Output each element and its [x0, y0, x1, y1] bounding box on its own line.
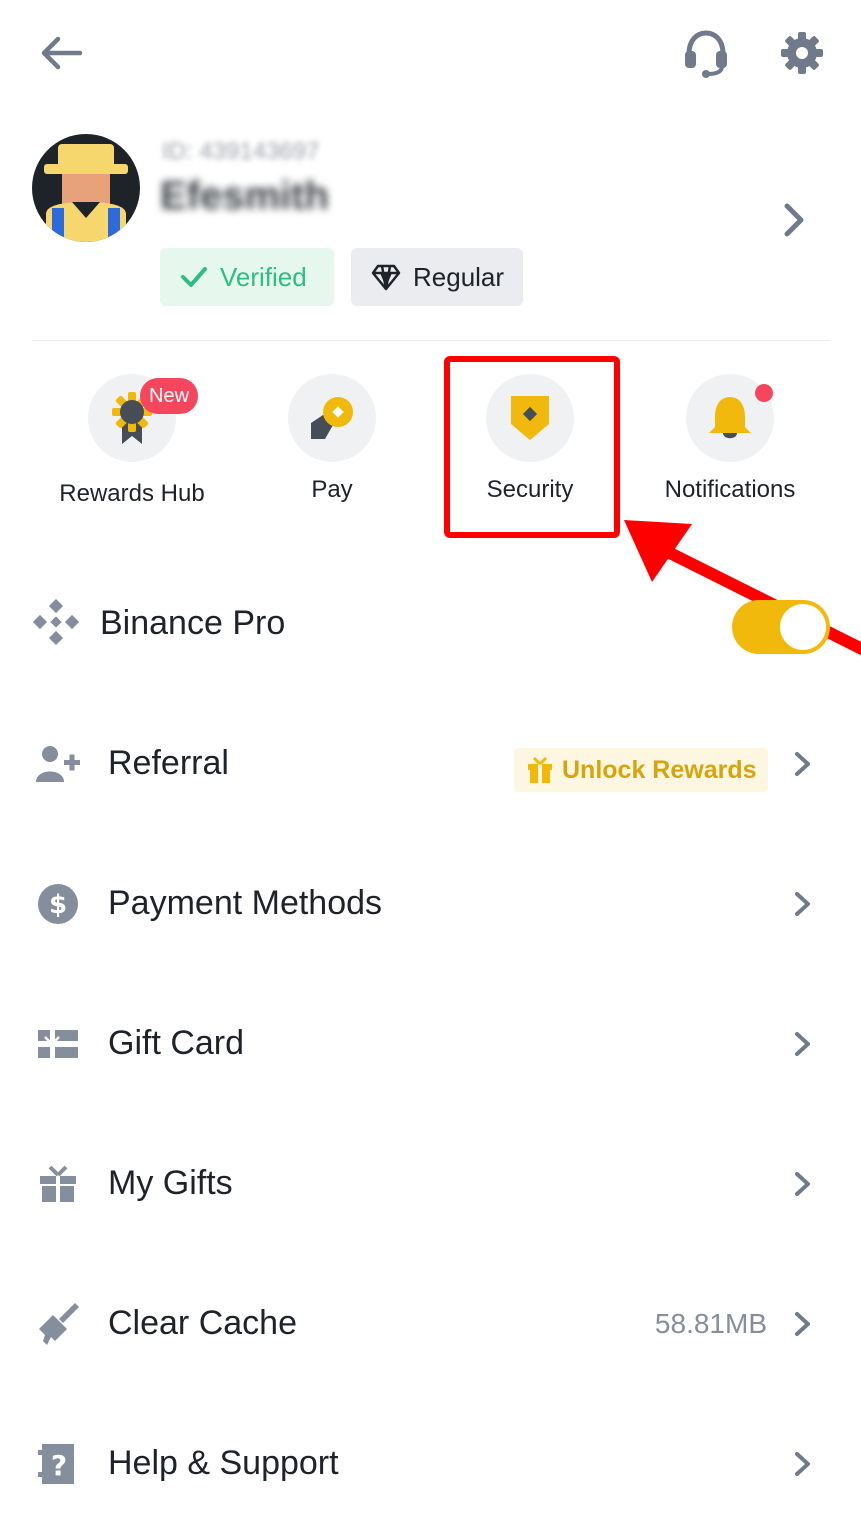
- help-icon: ?: [34, 1440, 82, 1488]
- row-label: Payment Methods: [108, 884, 383, 922]
- row-label: Referral: [108, 744, 229, 782]
- checkmark-icon: [181, 267, 207, 287]
- diamond-icon: [371, 264, 401, 291]
- menu-row-help-support[interactable]: ? Help & Support: [0, 1410, 861, 1510]
- gear-icon: [781, 32, 823, 74]
- menu-row-referral[interactable]: Referral Unlock Rewards: [0, 710, 861, 810]
- chevron-right-icon: [795, 1312, 810, 1336]
- menu-row-payment-methods[interactable]: $ Payment Methods: [0, 850, 861, 950]
- svg-text:$: $: [49, 890, 67, 920]
- new-badge: New: [140, 378, 199, 414]
- shortcut-label: Pay: [311, 476, 353, 503]
- back-button[interactable]: [30, 25, 90, 81]
- chevron-right-icon: [795, 1032, 810, 1056]
- gift-card-icon: [34, 1020, 82, 1068]
- shortcut-rewards-hub[interactable]: New Rewards Hub: [32, 372, 232, 522]
- gift-icon: [528, 756, 552, 783]
- chevron-right-icon: [795, 892, 810, 916]
- menu-row-my-gifts[interactable]: My Gifts: [0, 1130, 861, 1230]
- menu-row-clear-cache[interactable]: Clear Cache 58.81MB: [0, 1270, 861, 1370]
- annotation-highlight-box: [444, 356, 620, 538]
- chevron-right-icon: [795, 1452, 810, 1476]
- divider: [32, 340, 830, 341]
- bell-icon: [709, 397, 751, 439]
- username: Efesmith: [160, 174, 329, 218]
- row-label: Help & Support: [108, 1444, 339, 1482]
- support-button[interactable]: [676, 24, 736, 82]
- avatar[interactable]: [32, 134, 140, 242]
- cache-size: 58.81MB: [654, 1308, 767, 1339]
- gift-box-icon: [34, 1160, 82, 1208]
- profile-card[interactable]: ID: 439143697 Efesmith Verified Regular: [0, 120, 861, 320]
- notification-dot: [755, 384, 773, 402]
- menu-row-binance-pro[interactable]: Binance Pro: [0, 570, 861, 670]
- shortcut-label: Rewards Hub: [59, 480, 205, 507]
- toggle-knob: [780, 604, 826, 650]
- vip-tier-badge[interactable]: Regular: [351, 248, 523, 306]
- binance-logo-icon: [32, 598, 80, 646]
- chevron-right-icon: [795, 752, 810, 776]
- chip-label: Unlock Rewards: [562, 755, 757, 784]
- binance-pro-toggle[interactable]: [732, 600, 830, 654]
- verified-label: Verified: [220, 261, 307, 292]
- add-user-icon: [34, 740, 82, 788]
- shortcut-pay[interactable]: Pay: [232, 372, 432, 522]
- menu-row-gift-card[interactable]: Gift Card: [0, 990, 861, 1090]
- headset-icon: [685, 30, 727, 78]
- tier-label: Regular: [413, 261, 505, 292]
- dollar-icon: $: [34, 880, 82, 928]
- verified-badge[interactable]: Verified: [160, 248, 334, 306]
- row-label: Clear Cache: [108, 1304, 297, 1342]
- pay-icon: [311, 397, 353, 439]
- arrow-left-icon: [41, 36, 83, 70]
- broom-icon: [34, 1300, 82, 1348]
- pay-icon-circle: [288, 374, 376, 462]
- row-label: Binance Pro: [100, 604, 286, 642]
- top-bar: [0, 0, 861, 110]
- unlock-rewards-chip[interactable]: Unlock Rewards: [514, 748, 768, 792]
- chevron-right-icon[interactable]: [774, 198, 814, 242]
- settings-button[interactable]: [772, 24, 832, 82]
- svg-text:?: ?: [51, 1449, 67, 1482]
- row-label: My Gifts: [108, 1164, 233, 1202]
- chevron-right-icon: [795, 1172, 810, 1196]
- user-id: ID: 439143697: [162, 138, 320, 165]
- row-label: Gift Card: [108, 1024, 245, 1062]
